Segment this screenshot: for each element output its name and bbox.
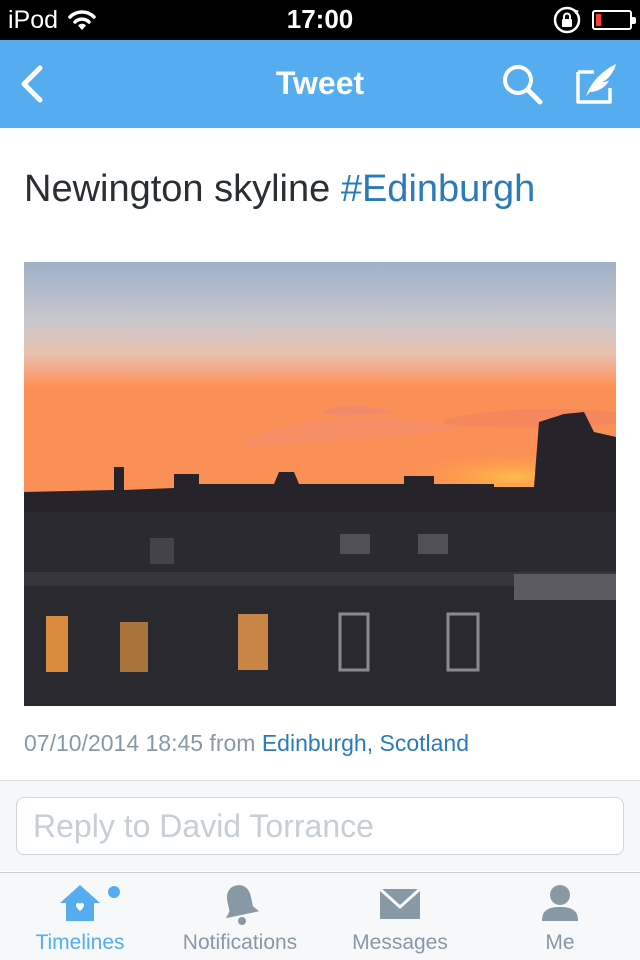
rotation-lock-icon (553, 6, 581, 34)
person-icon (542, 885, 578, 921)
tab-notifications[interactable]: Notifications (160, 873, 320, 960)
carrier-label: iPod (8, 5, 59, 34)
tab-label: Messages (352, 931, 448, 954)
tab-messages[interactable]: Messages (320, 873, 480, 960)
tab-label: Me (545, 931, 575, 954)
home-icon (60, 885, 100, 921)
nav-bar: Tweet (0, 40, 640, 128)
battery-icon (592, 10, 636, 30)
tab-bar: Timelines Notifications Messages Me (0, 872, 640, 960)
tweet-timestamp: 07/10/2014 18:45 from (24, 730, 262, 756)
tab-label: Timelines (35, 931, 125, 954)
status-bar: iPod 17:00 (0, 0, 640, 40)
tweet-body: Newington skyline (24, 168, 341, 210)
hashtag-link[interactable]: #Edinburgh (341, 168, 535, 210)
sunset-skyline-image (24, 262, 616, 706)
unread-dot (108, 886, 120, 898)
status-right (552, 0, 636, 40)
location-link[interactable]: Edinburgh, Scotland (262, 730, 469, 756)
tweet-meta: 07/10/2014 18:45 from Edinburgh, Scotlan… (24, 730, 469, 757)
tab-timelines[interactable]: Timelines (0, 873, 160, 960)
compose-tweet-icon[interactable] (572, 60, 622, 108)
tweet-text: Newington skyline #Edinburgh (24, 168, 535, 211)
tab-label: Notifications (182, 931, 298, 954)
wifi-icon (68, 10, 96, 30)
bell-icon (225, 885, 260, 925)
reply-input[interactable] (16, 797, 624, 855)
reply-area (0, 781, 640, 871)
back-chevron-icon[interactable] (14, 62, 54, 106)
battery-level (596, 14, 601, 26)
status-left: iPod (8, 0, 96, 40)
tab-me[interactable]: Me (480, 873, 640, 960)
search-icon[interactable] (498, 60, 546, 108)
tweet-photo[interactable] (24, 262, 616, 706)
envelope-icon (378, 887, 422, 919)
